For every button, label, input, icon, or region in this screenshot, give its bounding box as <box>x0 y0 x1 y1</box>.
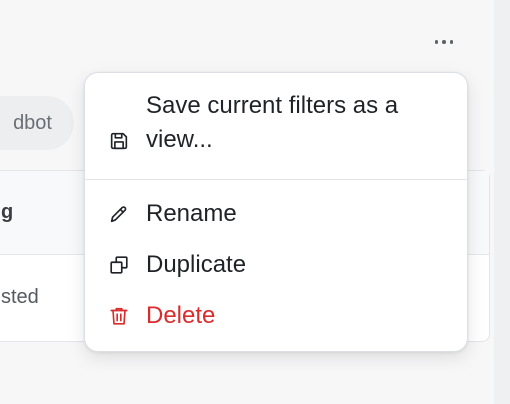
more-horizontal-icon-dot <box>449 40 454 44</box>
duplicate-label: Duplicate <box>146 251 247 278</box>
delete-menu-item[interactable]: Delete <box>85 299 467 333</box>
more-horizontal-icon-dot <box>442 40 446 44</box>
trash-icon <box>107 304 131 328</box>
filter-chip[interactable]: dbot <box>0 96 74 150</box>
save-view-label: Save current filters as a view... <box>146 92 399 153</box>
rename-label: Rename <box>146 200 237 227</box>
more-options-button[interactable] <box>428 30 460 54</box>
table-cell: sted <box>1 285 39 308</box>
view-options-menu: Save current filters as a view... Rename… <box>84 72 468 352</box>
save-view-menu-item[interactable]: Save current filters as a view... <box>85 89 467 157</box>
menu-divider <box>85 179 467 180</box>
scroll-gutter <box>494 0 510 404</box>
filter-chip-label: dbot <box>13 111 52 134</box>
page: dbot g sted Save current filters as a vi… <box>0 0 510 404</box>
pencil-icon <box>107 202 131 226</box>
more-horizontal-icon <box>434 40 439 44</box>
duplicate-icon <box>107 253 131 277</box>
table-header-cell: g <box>1 201 14 223</box>
rename-menu-item[interactable]: Rename <box>85 197 467 231</box>
duplicate-menu-item[interactable]: Duplicate <box>85 248 467 282</box>
save-icon <box>107 129 131 153</box>
delete-label: Delete <box>146 302 216 329</box>
